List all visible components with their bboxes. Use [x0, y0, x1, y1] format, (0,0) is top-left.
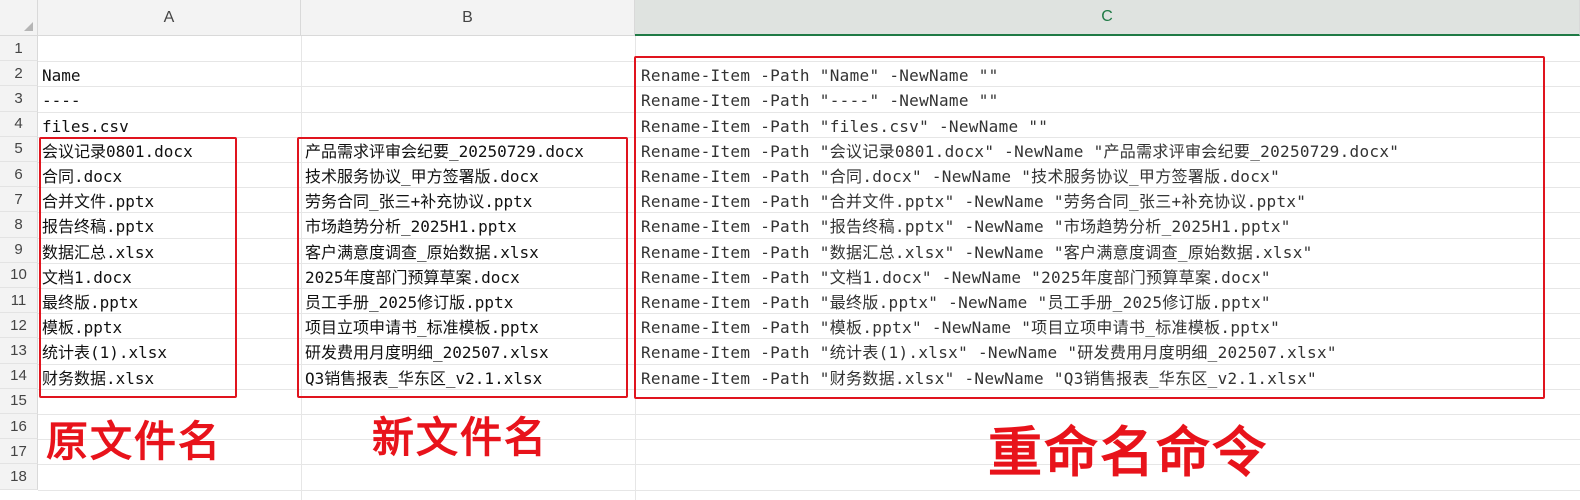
- cell-a4[interactable]: files.csv: [38, 113, 129, 138]
- row-header-6[interactable]: 6: [0, 162, 38, 188]
- row-header-16[interactable]: 16: [0, 414, 38, 440]
- row-gridline: [38, 414, 1580, 415]
- new-name-caption: 新文件名: [372, 413, 549, 462]
- row-header-12[interactable]: 12: [0, 313, 38, 339]
- original-name-caption: 原文件名: [46, 417, 223, 466]
- row-header-10[interactable]: 10: [0, 262, 38, 288]
- row-header-14[interactable]: 14: [0, 363, 38, 389]
- new-name-highlight-box: [297, 137, 628, 398]
- row-header-9[interactable]: 9: [0, 237, 38, 263]
- original-name-highlight-box: [39, 137, 237, 398]
- row-header-2[interactable]: 2: [0, 61, 38, 87]
- row-header-17[interactable]: 17: [0, 439, 38, 465]
- column-header-c[interactable]: C: [635, 0, 1580, 36]
- row-header-7[interactable]: 7: [0, 187, 38, 213]
- row-header-13[interactable]: 13: [0, 338, 38, 364]
- cell-a2[interactable]: Name: [38, 62, 81, 87]
- column-header-b[interactable]: B: [301, 0, 635, 36]
- row-header-4[interactable]: 4: [0, 111, 38, 137]
- row-header-3[interactable]: 3: [0, 86, 38, 112]
- cell-a3[interactable]: ----: [38, 87, 81, 112]
- row-gridline: [38, 439, 1580, 441]
- row-header-1[interactable]: 1: [0, 36, 38, 62]
- row-header-8[interactable]: 8: [0, 212, 38, 238]
- select-all-triangle-icon: [24, 22, 33, 31]
- row-header-5[interactable]: 5: [0, 136, 38, 162]
- row-gridline: [38, 464, 1580, 466]
- column-header-a[interactable]: A: [38, 0, 301, 36]
- select-all-corner[interactable]: [0, 0, 38, 36]
- rename-command-caption: 重命名命令: [988, 420, 1268, 484]
- row-header-18[interactable]: 18: [0, 464, 38, 490]
- row-header-15[interactable]: 15: [0, 388, 38, 414]
- row-gridline: [38, 489, 1580, 491]
- row-header-11[interactable]: 11: [0, 288, 38, 314]
- rename-command-highlight-box: [634, 56, 1545, 399]
